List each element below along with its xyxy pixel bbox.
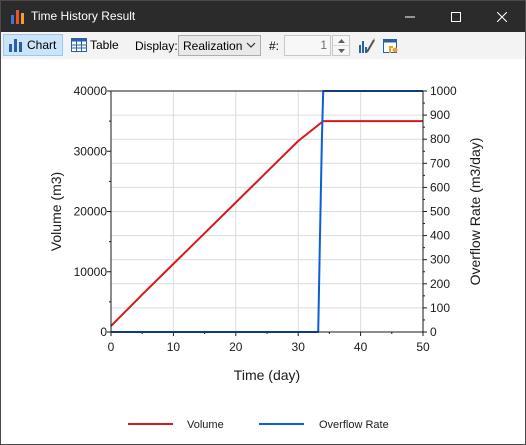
table-view-label: Table [90,38,119,52]
y-right-tick-label: 200 [430,277,450,291]
y-left-axis-title: Volume (m3) [48,172,64,251]
bar-chart-icon [9,39,22,52]
chevron-up-icon [337,38,345,43]
y-right-axis-title: Overflow Rate (m3/day) [467,138,483,286]
y-right-tick-label: 600 [430,180,450,194]
y-right-tick-label: 900 [430,108,450,122]
time-history-chart: 0 10 20 30 40 5001002003004005006007008009001… [48,84,483,431]
legend-label-volume: Volume [187,419,224,431]
chart-properties-icon[interactable] [381,36,401,56]
close-button[interactable] [479,1,525,32]
realization-number-input[interactable]: 1 [284,35,331,56]
title-bar[interactable]: Time History Result [1,1,525,32]
y-left-tick-label: 20000 [74,205,108,219]
edit-chart-style-icon[interactable] [357,36,377,56]
y-right-tick-label: 500 [430,205,450,219]
tick-labels: 0 10 20 30 40 5001002003004005006007008009001… [74,84,457,354]
display-selected-value: Realization [183,39,243,53]
chart-view-button[interactable]: Chart [3,34,63,56]
display-label: Display: [135,39,178,53]
x-tick-label: 0 [108,340,115,354]
realization-spinner[interactable] [332,35,350,56]
legend-label-overflow-rate: Overflow Rate [319,419,389,431]
x-tick-label: 40 [354,340,368,354]
toolbar: Chart Table Display: Realization #: 1 [1,32,525,59]
minimize-icon [405,16,415,17]
grid-lines [110,90,424,333]
close-icon [497,11,507,22]
y-right-tick-label: 400 [430,229,450,243]
bar-chart-icon [11,10,24,24]
legend: Volume Overflow Rate [128,419,389,431]
y-right-tick-label: 100 [430,301,450,315]
y-left-tick-label: 0 [100,325,107,339]
display-select[interactable]: Realization [178,35,261,56]
y-right-tick-label: 700 [430,156,450,170]
y-right-tick-label: 0 [430,325,437,339]
y-right-tick-label: 800 [430,132,450,146]
tick-marks [107,90,427,336]
time-history-window: Time History Result Chart Table Display:… [0,0,526,445]
y-left-tick-label: 10000 [74,265,108,279]
chart-view-label: Chart [27,38,57,52]
y-right-tick-label: 1000 [430,84,457,98]
maximize-icon [451,11,461,22]
y-left-tick-label: 30000 [74,144,108,158]
x-tick-label: 50 [416,340,430,354]
minimize-button[interactable] [387,1,433,32]
chart-area: 0 10 20 30 40 50 0 100 200 300 400 500 600 700 800 900 1… [1,59,525,444]
y-right-tick-label: 300 [430,253,450,267]
x-tick-label: 20 [229,340,243,354]
volume-line [110,120,423,327]
x-axis-title: Time (day) [234,367,300,383]
x-tick-label: 30 [292,340,306,354]
maximize-button[interactable] [433,1,479,32]
y-left-tick-label: 40000 [74,84,108,98]
spin-down-button[interactable] [333,46,349,55]
x-tick-label: 10 [167,340,181,354]
table-icon [71,38,87,52]
spin-up-button[interactable] [333,36,349,46]
window-title: Time History Result [31,9,136,23]
realization-count-label: #: [269,39,280,53]
table-view-button[interactable]: Table [67,34,121,56]
chevron-down-icon [246,42,256,48]
chevron-down-icon [337,48,345,53]
